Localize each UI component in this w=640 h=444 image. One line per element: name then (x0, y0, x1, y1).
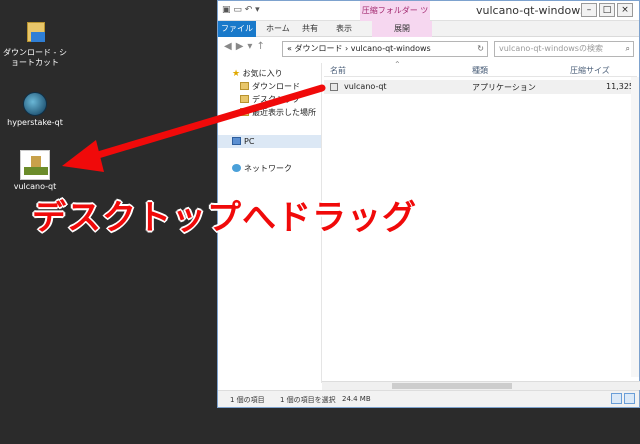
drag-instruction-text: デスクトップへドラッグ (32, 198, 417, 238)
